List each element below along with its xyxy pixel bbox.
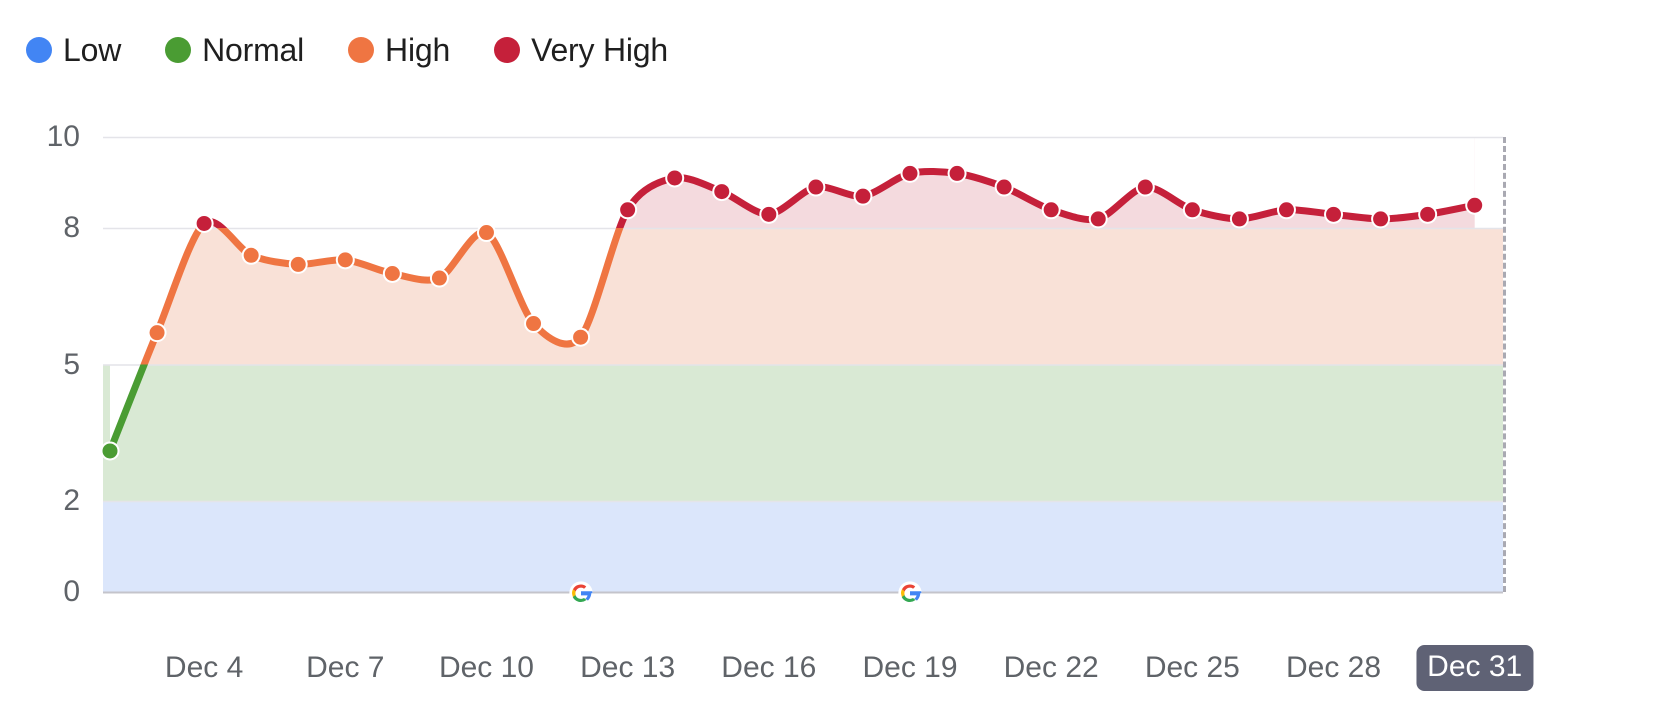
x-axis-tick-label[interactable]: Dec 16 xyxy=(721,653,816,683)
data-point[interactable] xyxy=(526,316,542,332)
x-axis-tick-label[interactable]: Dec 25 xyxy=(1145,653,1240,683)
right-edge-mask xyxy=(1474,137,1505,228)
y-axis-tick-label: 0 xyxy=(63,575,80,608)
data-point[interactable] xyxy=(1184,202,1200,218)
y-axis-tick-label: 10 xyxy=(46,120,80,153)
data-point[interactable] xyxy=(243,247,259,263)
data-point[interactable] xyxy=(808,179,824,195)
data-point[interactable] xyxy=(1090,211,1106,227)
data-point[interactable] xyxy=(149,325,165,341)
data-point[interactable] xyxy=(761,206,777,222)
data-point[interactable] xyxy=(478,225,494,241)
data-point[interactable] xyxy=(855,188,871,204)
data-point[interactable] xyxy=(714,184,730,200)
x-axis-tick-label[interactable]: Dec 28 xyxy=(1286,653,1381,683)
data-point[interactable] xyxy=(902,165,918,181)
y-axis-tick-label: 2 xyxy=(63,484,80,517)
data-point[interactable] xyxy=(1467,197,1483,213)
period-end-divider xyxy=(1503,137,1506,592)
data-point[interactable] xyxy=(290,256,306,272)
x-axis-tick-label[interactable]: Dec 7 xyxy=(306,653,384,683)
data-point[interactable] xyxy=(1420,206,1436,222)
data-point[interactable] xyxy=(196,215,212,231)
google-icon[interactable] xyxy=(896,579,924,607)
data-point[interactable] xyxy=(1373,211,1389,227)
x-axis-tick-label[interactable]: Dec 31 xyxy=(1416,645,1534,691)
data-point[interactable] xyxy=(573,329,589,345)
data-point[interactable] xyxy=(384,266,400,281)
data-point[interactable] xyxy=(1231,211,1247,227)
data-point[interactable] xyxy=(1278,202,1294,218)
google-icon[interactable] xyxy=(567,579,595,607)
data-point[interactable] xyxy=(667,170,683,186)
series-graphic xyxy=(100,136,1505,594)
x-axis-tick-label[interactable]: Dec 4 xyxy=(165,653,243,683)
x-axis-tick-label[interactable]: Dec 22 xyxy=(1004,653,1099,683)
left-edge-mask xyxy=(103,137,110,365)
data-point[interactable] xyxy=(620,202,636,218)
data-point[interactable] xyxy=(949,165,965,181)
x-axis-tick-label[interactable]: Dec 10 xyxy=(439,653,534,683)
data-point[interactable] xyxy=(431,270,447,286)
y-axis-tick-label: 5 xyxy=(63,347,80,381)
x-axis-tick-label[interactable]: Dec 13 xyxy=(580,653,675,683)
above-curve-mask xyxy=(110,137,1475,451)
data-point[interactable] xyxy=(1137,179,1153,195)
x-axis-tick-label[interactable]: Dec 19 xyxy=(862,653,957,683)
plot-region xyxy=(100,136,1505,594)
data-point[interactable] xyxy=(1043,202,1059,218)
y-axis-tick-label: 8 xyxy=(63,211,80,244)
data-point[interactable] xyxy=(1326,206,1342,222)
chart-root: Low Normal High Very High 10 8 5 2 0 Dec 4 Dec 7… xyxy=(0,0,1676,720)
data-point[interactable] xyxy=(102,443,118,459)
data-point[interactable] xyxy=(337,252,353,268)
chart-area: 10 8 5 2 0 Dec 4 Dec 7 Dec 10 Dec 13 Dec 16 Dec 1… xyxy=(0,0,1676,720)
data-point[interactable] xyxy=(996,179,1012,195)
